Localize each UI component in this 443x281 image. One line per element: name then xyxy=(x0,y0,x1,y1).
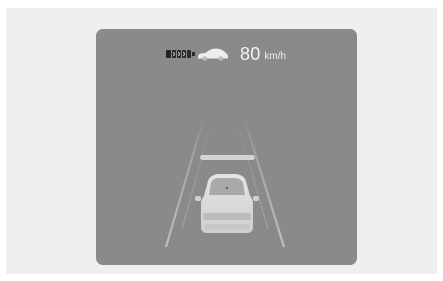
road-scene xyxy=(164,116,286,248)
detected-vehicle-bar xyxy=(200,155,255,160)
ego-car-icon xyxy=(195,174,259,233)
left-lane-line xyxy=(164,116,206,248)
driver-display: 80 km/h xyxy=(96,29,357,265)
